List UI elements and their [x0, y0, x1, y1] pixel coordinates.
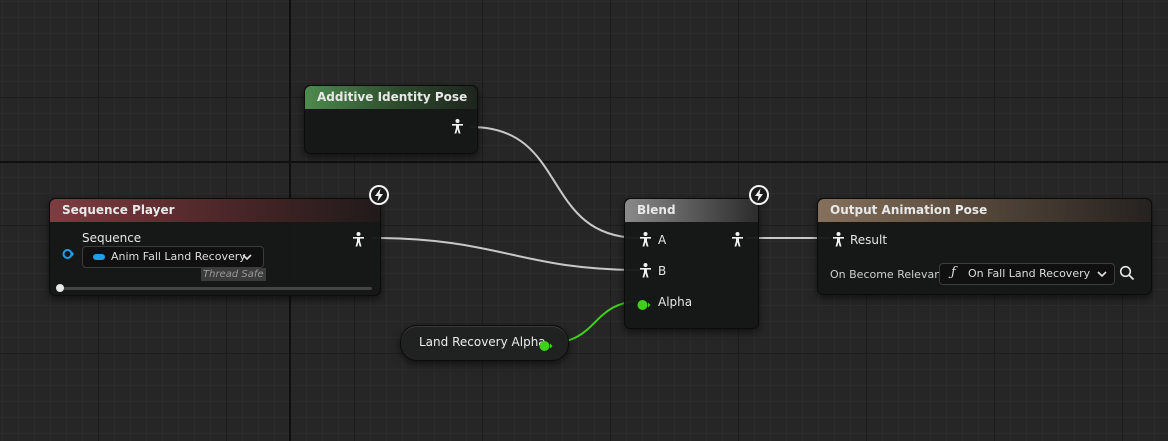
pose-input-pin-b-icon[interactable]	[639, 263, 652, 278]
pose-input-pin-result-icon[interactable]	[832, 232, 845, 247]
chevron-down-icon	[241, 251, 253, 266]
blend-pin-alpha-label: Alpha	[658, 295, 693, 309]
node-title: Sequence Player	[50, 199, 380, 222]
thread-safe-badge: Thread Safe	[201, 268, 266, 281]
output-animation-pose-node[interactable]: Output Animation Pose Result On Become R…	[817, 198, 1152, 295]
blend-pin-b-label: B	[658, 264, 667, 278]
sequence-pin-label: Sequence	[82, 231, 142, 245]
alpha-float-pin[interactable]	[637, 296, 651, 310]
result-pin-label: Result	[850, 233, 888, 247]
lightning-bolt-icon	[749, 185, 769, 205]
on-become-relevant-dropdown[interactable]: ƒ On Fall Land Recovery S	[939, 263, 1115, 285]
land-recovery-alpha-node[interactable]: Land Recovery Alpha	[400, 325, 569, 361]
playback-progress-handle[interactable]	[56, 284, 64, 292]
sequence-player-node[interactable]: Sequence Player Sequence Anim Fall Land …	[49, 198, 381, 296]
variable-label: Land Recovery Alpha	[419, 335, 546, 349]
wire-sequence-to-blend-b[interactable]	[371, 237, 641, 271]
additive-identity-pose-node[interactable]: Additive Identity Pose	[304, 85, 478, 154]
wire-additive-to-blend-a[interactable]	[470, 126, 641, 239]
lightning-bolt-icon	[369, 185, 389, 205]
chevron-down-icon	[1096, 268, 1108, 283]
sequence-asset-dropdown[interactable]: Anim Fall Land Recovery	[82, 246, 264, 268]
alpha-float-output-pin[interactable]	[539, 337, 553, 351]
pose-output-pin-icon[interactable]	[451, 119, 464, 134]
node-title: Additive Identity Pose	[305, 86, 477, 109]
asset-type-pill-icon	[93, 254, 105, 260]
magnifier-icon[interactable]	[1119, 265, 1135, 281]
blend-node[interactable]: Blend A B Alpha	[624, 198, 759, 329]
sequence-asset-value: Anim Fall Land Recovery	[111, 250, 246, 263]
sequence-object-pin[interactable]	[62, 245, 74, 259]
node-title: Output Animation Pose	[818, 199, 1151, 222]
playback-progress-track	[58, 287, 372, 290]
node-title: Blend	[625, 199, 758, 222]
pose-input-pin-a-icon[interactable]	[639, 232, 652, 247]
function-icon: ƒ	[951, 265, 956, 280]
pose-output-pin-icon[interactable]	[731, 232, 744, 247]
on-become-relevant-label: On Become Relevant	[830, 268, 946, 281]
blend-pin-a-label: A	[658, 233, 667, 247]
pose-output-pin-icon[interactable]	[352, 232, 365, 247]
on-become-relevant-value: On Fall Land Recovery S	[968, 267, 1092, 280]
